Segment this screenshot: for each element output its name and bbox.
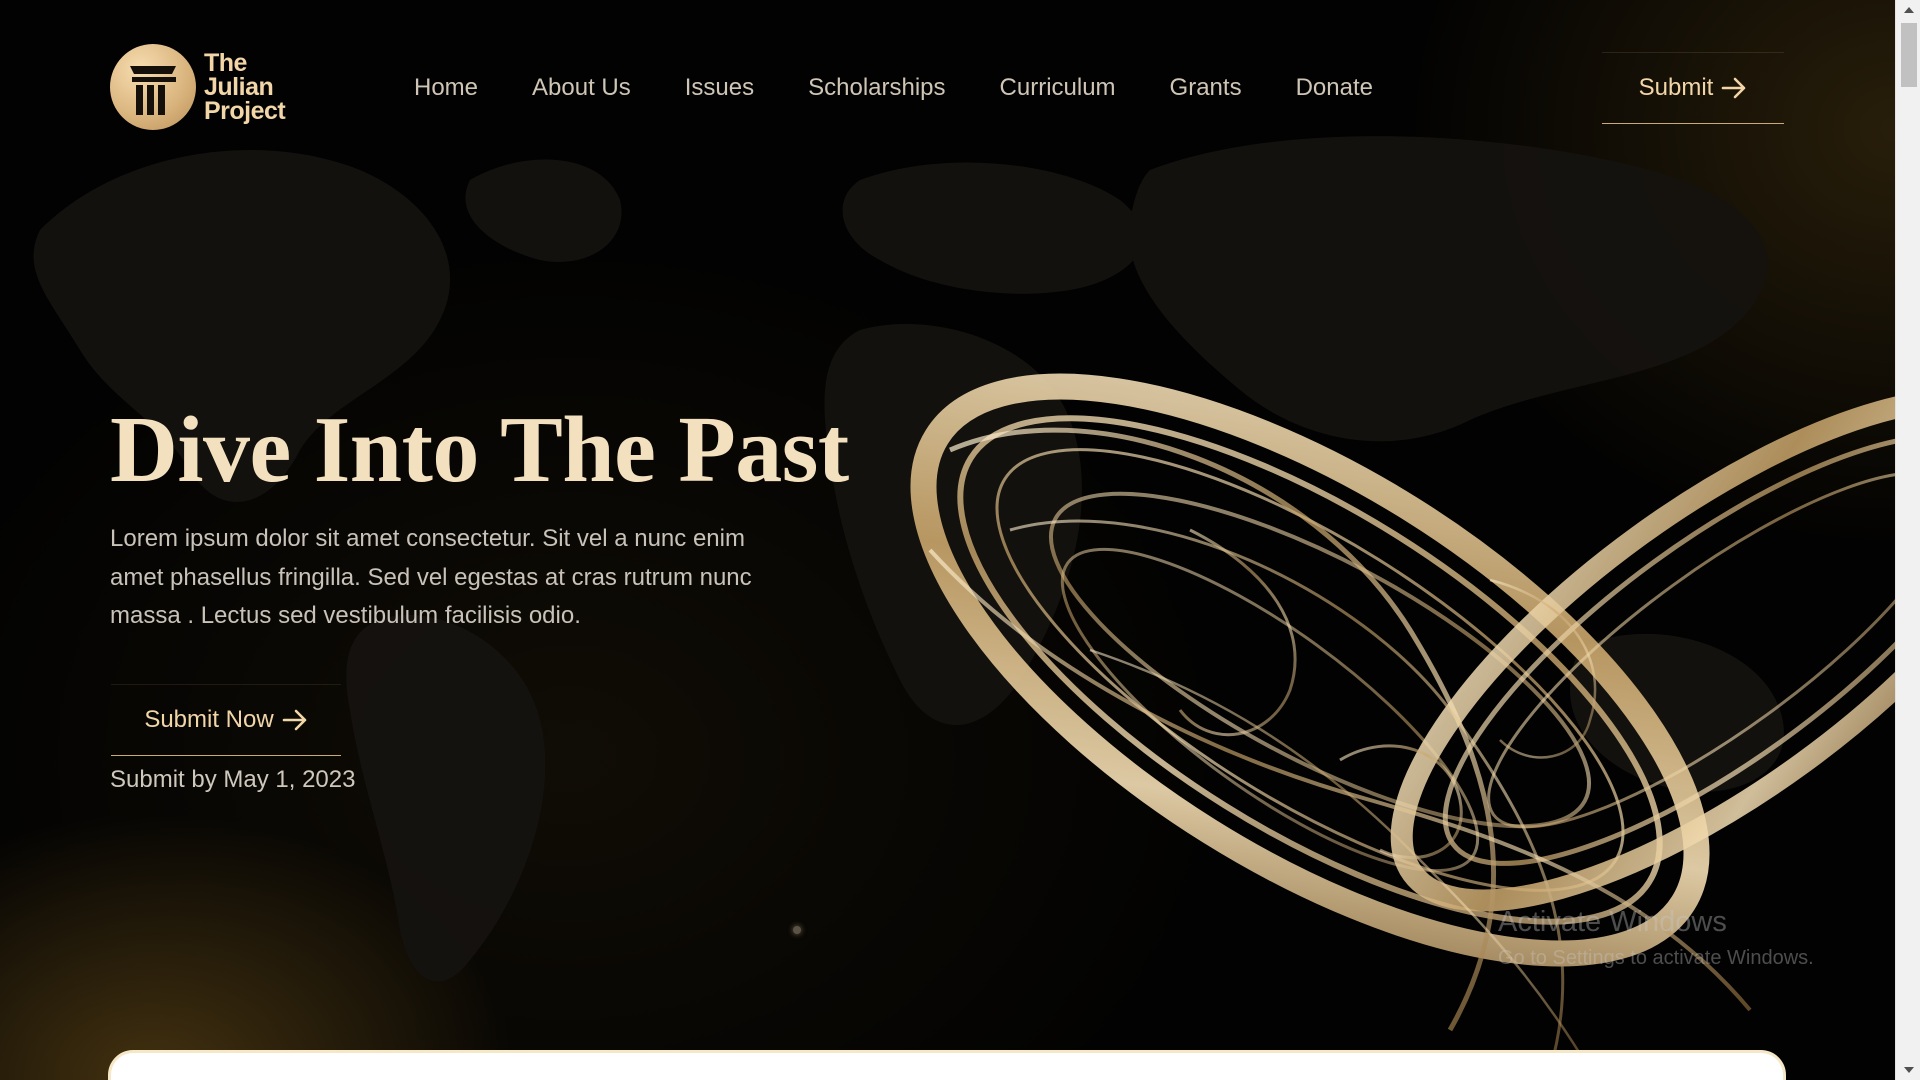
nav-about-us[interactable]: About Us: [532, 74, 631, 102]
brand-logo[interactable]: The Julian Project: [110, 44, 286, 130]
vertical-scrollbar[interactable]: [1895, 0, 1920, 1080]
brand-name-line3: Project: [204, 97, 286, 125]
main-nav: Home About Us Issues Scholarships Curric…: [414, 74, 1373, 102]
brand-name-line1: The: [204, 49, 247, 77]
scroll-up-icon[interactable]: [1904, 7, 1914, 13]
pillar-icon: [110, 44, 196, 130]
nav-curriculum[interactable]: Curriculum: [1000, 74, 1116, 102]
hero-description: Lorem ipsum dolor sit amet consectetur. …: [110, 525, 752, 629]
nav-issues[interactable]: Issues: [685, 74, 754, 102]
submit-now-button[interactable]: Submit Now: [111, 684, 341, 756]
arrow-right-icon: [1722, 77, 1746, 99]
carousel-dot[interactable]: [793, 926, 801, 934]
scrollbar-thumb[interactable]: [1901, 23, 1917, 87]
hero-title: Dive Into The Past: [110, 398, 849, 502]
submission-deadline: Submit by May 1, 2023: [110, 766, 356, 793]
activate-windows-watermark: Activate Windows Go to Settings to activ…: [1498, 906, 1814, 970]
scroll-down-icon[interactable]: [1904, 1067, 1914, 1073]
nav-home[interactable]: Home: [414, 74, 478, 102]
nav-grants[interactable]: Grants: [1170, 74, 1242, 102]
page: The Julian Project Home About Us Issues …: [0, 0, 1895, 1080]
watermark-subtitle: Go to Settings to activate Windows.: [1498, 947, 1814, 969]
nav-donate[interactable]: Donate: [1296, 74, 1373, 102]
content-card: [111, 1053, 1783, 1080]
header-submit-label: Submit: [1638, 74, 1714, 101]
submit-now-label: Submit Now: [144, 706, 274, 733]
nav-scholarships[interactable]: Scholarships: [808, 74, 945, 102]
brand-name-line2: Julian: [204, 73, 274, 101]
header-submit-button[interactable]: Submit: [1602, 52, 1784, 124]
watermark-title: Activate Windows: [1498, 906, 1727, 938]
arrow-right-icon: [282, 709, 306, 731]
brand-name: The Julian Project: [204, 49, 286, 125]
